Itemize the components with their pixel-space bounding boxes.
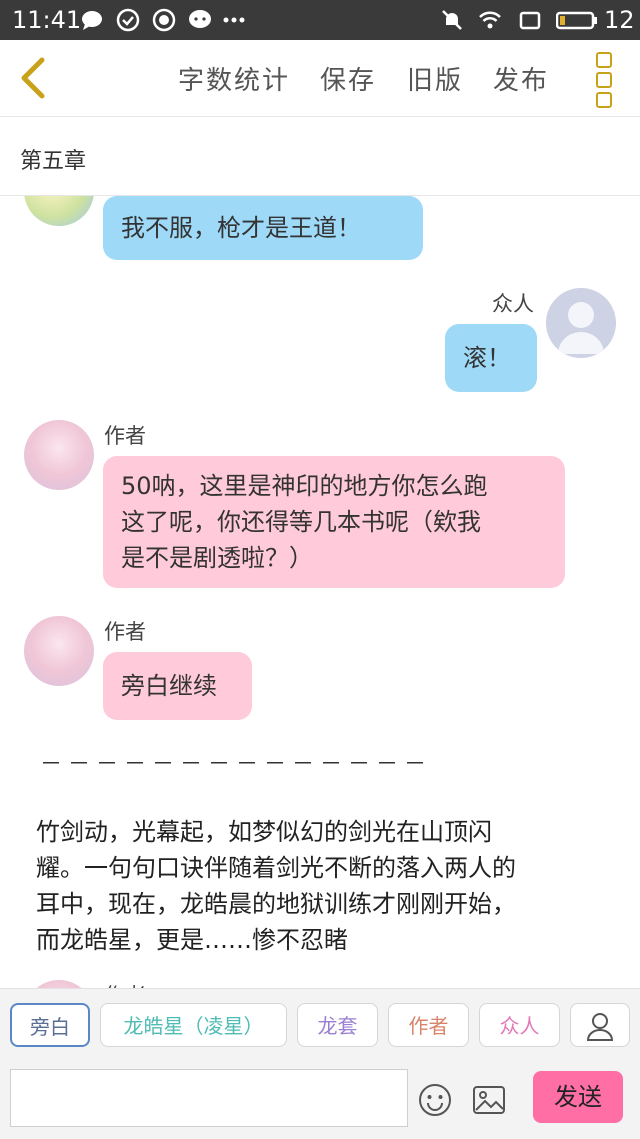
composer-bar: 旁白 龙皓星（凌星） 龙套 作者 众人 发送 [0, 988, 640, 1139]
message-sender: 作者 [104, 620, 146, 644]
role-chip-extra[interactable]: 龙套 [297, 1003, 378, 1047]
word-count-button[interactable]: 字数统计 [178, 60, 290, 97]
wifi-icon [479, 11, 501, 29]
screen-icon [519, 11, 541, 30]
role-chip-label: 龙套 [317, 1014, 358, 1038]
message-text-line: 是不是剧透啦？） [121, 544, 313, 572]
publish-button[interactable]: 发布 [493, 60, 549, 97]
chat-content[interactable]: 我不服，枪才是王道！ 众人 滚！ 作者 50呐，这里是神印的地方你怎么跑 这了呢… [0, 196, 640, 988]
battery-level: 12 [604, 6, 635, 34]
message-text-line: 这了呢，你还得等几本书呢（欸我 [121, 508, 481, 536]
avatar[interactable] [24, 196, 94, 226]
chevron-left-icon[interactable] [16, 54, 52, 102]
battery-icon [556, 11, 597, 30]
message-sender: 作者 [104, 424, 146, 448]
avatar[interactable] [24, 420, 94, 490]
person-icon [558, 302, 604, 354]
status-bar: 11:41 12 [0, 0, 640, 40]
chat-bubble-icon [82, 11, 102, 30]
add-role-button[interactable] [570, 1003, 630, 1047]
xiu-badge-icon [152, 8, 176, 32]
message-bubble[interactable]: 50呐，这里是神印的地方你怎么跑 这了呢，你还得等几本书呢（欸我 是不是剧透啦？… [103, 456, 565, 588]
role-chip-label: 龙皓星（凌星） [123, 1014, 264, 1038]
message-bubble[interactable]: 滚！ [445, 324, 537, 392]
section-divider: －－－－－－－－－－－－－－ [40, 752, 433, 777]
role-chip-label: 旁白 [30, 1015, 70, 1039]
message-sender: 众人 [492, 292, 534, 316]
role-chip-author[interactable]: 作者 [388, 1003, 469, 1047]
narration-line: 而龙皓星，更是……惨不忍睹 [36, 926, 348, 954]
old-version-button[interactable]: 旧版 [407, 60, 463, 97]
mute-icon [442, 10, 462, 30]
role-chip-label: 众人 [499, 1014, 540, 1038]
role-chip-crowd[interactable]: 众人 [479, 1003, 560, 1047]
check-circle-icon [116, 8, 140, 32]
role-chip-label: 作者 [408, 1014, 449, 1038]
chat-dots-icon [189, 10, 211, 28]
message-text: 滚！ [463, 344, 511, 372]
message-text: 旁白继续 [121, 672, 217, 700]
avatar[interactable] [24, 980, 94, 988]
editor-toolbar: 字数统计 保存 旧版 发布 [0, 40, 640, 117]
menu-dots-icon[interactable] [594, 50, 616, 108]
more-dots-icon [223, 17, 245, 23]
save-button[interactable]: 保存 [320, 60, 376, 97]
role-chip-narration[interactable]: 旁白 [10, 1003, 90, 1047]
message-text-line: 50呐，这里是神印的地方你怎么跑 [121, 472, 488, 500]
role-chip-long-haoxing[interactable]: 龙皓星（凌星） [100, 1003, 287, 1047]
narration-line: 耳中，现在，龙皓晨的地狱训练才刚刚开始， [36, 890, 516, 918]
narration-block[interactable]: 竹剑动，光幕起，如梦似幻的剑光在山顶闪 耀。一句句口诀伴随着剑光不断的落入两人的… [36, 814, 616, 958]
status-time: 11:41 [12, 6, 82, 34]
smiley-icon[interactable] [418, 1083, 452, 1117]
chapter-header[interactable]: 第五章 [0, 117, 640, 196]
avatar[interactable] [24, 616, 94, 686]
person-icon [586, 1013, 614, 1041]
avatar[interactable] [546, 288, 616, 358]
message-sender: 作者 [104, 980, 146, 988]
message-input[interactable] [10, 1069, 408, 1127]
narration-line: 耀。一句句口诀伴随着剑光不断的落入两人的 [36, 854, 516, 882]
image-icon[interactable] [472, 1085, 506, 1115]
send-button[interactable]: 发送 [533, 1071, 623, 1123]
message-text: 我不服，枪才是王道！ [121, 214, 361, 242]
chapter-title: 第五章 [20, 149, 87, 174]
message-bubble[interactable]: 旁白继续 [103, 652, 252, 720]
message-bubble[interactable]: 我不服，枪才是王道！ [103, 196, 423, 260]
narration-line: 竹剑动，光幕起，如梦似幻的剑光在山顶闪 [36, 818, 492, 846]
